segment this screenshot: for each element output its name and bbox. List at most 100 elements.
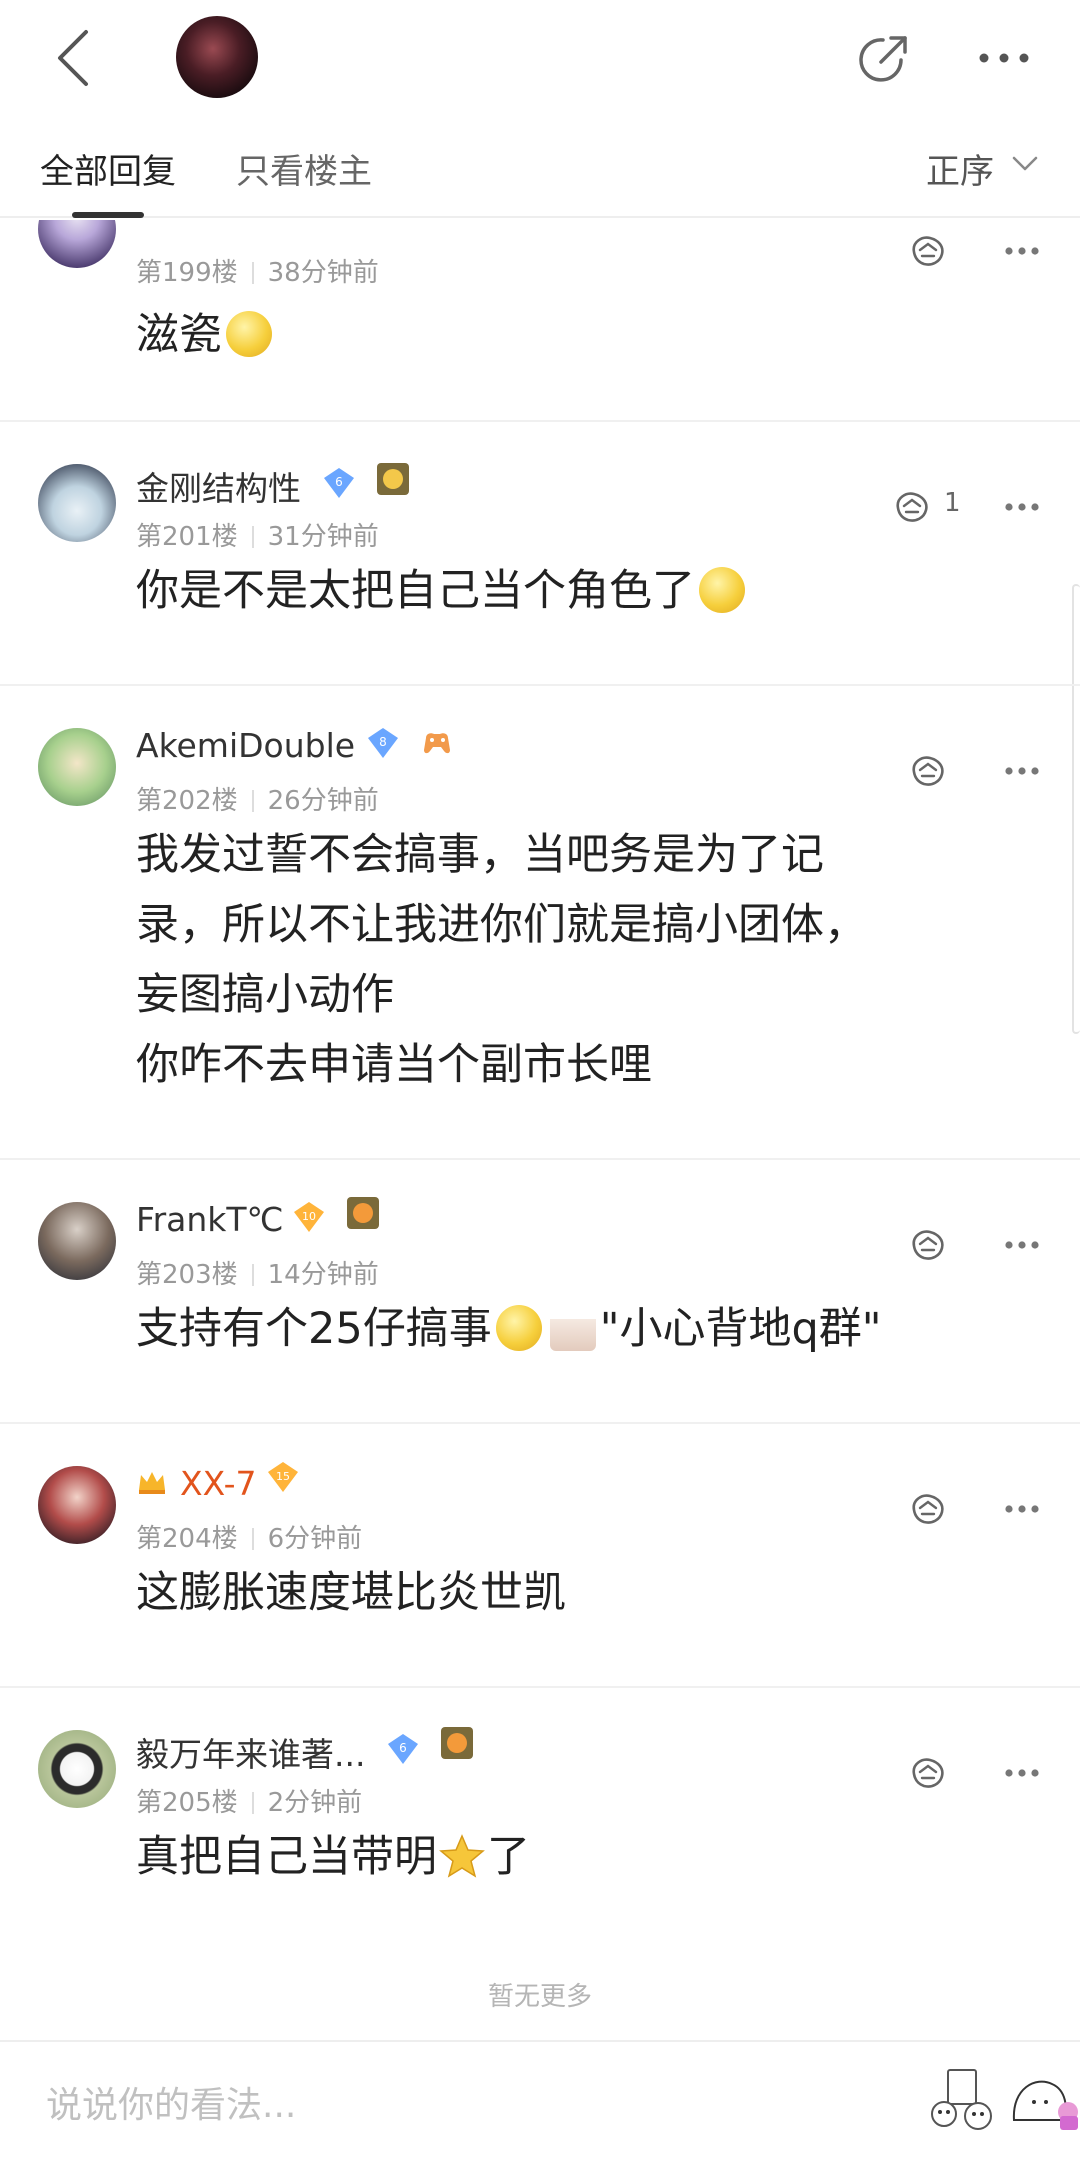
reply-more-icon[interactable] (1004, 1768, 1040, 1778)
reply-item: 金刚结构性 6 第201楼 31分钟前 1 你是不是太把自己当个角色了 (0, 422, 1080, 686)
divider (251, 262, 254, 284)
reply-meta: 第202楼 26分钟前 (136, 780, 379, 817)
smile-emoji-icon (226, 311, 272, 357)
like-icon[interactable] (906, 228, 950, 272)
level-badge-icon: 6 (388, 1734, 418, 1764)
reply-input-bar: 说说你的看法... (0, 2040, 1080, 2158)
username[interactable]: 毅万年来谁著... (136, 1728, 365, 1776)
reply-item: FrankT℃ 10 第203楼 14分钟前 支持有个25仔搞事 "小心背地q群" (0, 1160, 1080, 1424)
emoji-sticker-icon[interactable] (1008, 2068, 1080, 2138)
coffee-cup-icon (549, 1305, 596, 1351)
like-icon[interactable] (906, 1486, 950, 1530)
reply-text-part-2: 了 (487, 1832, 530, 1882)
post-time: 14分钟前 (267, 1260, 379, 1290)
post-time: 31分钟前 (267, 522, 379, 552)
username[interactable]: XX-7 (180, 1464, 256, 1503)
user-avatar[interactable] (38, 728, 116, 806)
floor-number: 第203楼 (136, 1260, 238, 1290)
reply-more-icon[interactable] (1004, 1240, 1040, 1250)
floor-number: 第199楼 (136, 258, 238, 288)
like-count: 1 (944, 488, 961, 518)
divider (251, 1528, 254, 1550)
reply-meta: 第201楼 31分钟前 (136, 516, 379, 553)
reply-content: 支持有个25仔搞事 "小心背地q群" (136, 1294, 1036, 1364)
member-medal-icon (441, 1727, 473, 1759)
level-badge-icon: 6 (324, 468, 354, 498)
reply-more-icon[interactable] (1004, 502, 1040, 512)
reply-content: 你是不是太把自己当个角色了 (136, 556, 956, 626)
tab-owner-only[interactable]: 只看楼主 (236, 144, 372, 193)
divider (251, 1264, 254, 1286)
reply-item: 第199楼 38分钟前 滋瓷 (0, 220, 1080, 422)
back-chevron-icon[interactable] (48, 26, 108, 90)
like-icon[interactable] (906, 1750, 950, 1794)
reply-filter-tabs: 全部回复 只看楼主 正序 (0, 120, 1080, 218)
reply-text-part-1: 支持有个25仔搞事 (136, 1304, 492, 1354)
username[interactable]: 金刚结构性 (136, 462, 301, 510)
chevron-down-icon[interactable] (1012, 156, 1038, 172)
username[interactable]: FrankT℃ (136, 1200, 284, 1239)
crown-icon (139, 1472, 165, 1494)
floor-number: 第204楼 (136, 1524, 238, 1554)
reply-meta: 第204楼 6分钟前 (136, 1518, 362, 1555)
no-more-replies: 暂无更多 (487, 1982, 592, 2012)
user-avatar[interactable] (38, 464, 116, 542)
reply-text: 你是不是太把自己当个角色了 (136, 566, 695, 616)
thread-author-avatar[interactable] (176, 16, 258, 98)
floor-number: 第202楼 (136, 786, 238, 816)
divider (251, 790, 254, 812)
reply-item: XX-7 15 第204楼 6分钟前 这膨胀速度堪比炎世凯 (0, 1424, 1080, 1688)
level-badge-icon: 15 (268, 1462, 298, 1492)
reply-text: 我发过誓不会搞事，当吧务是为了记 录，所以不让我进你们就是搞小团体， 妄图搞小动… (136, 830, 867, 1090)
more-options-icon[interactable] (978, 50, 1030, 66)
post-time: 38分钟前 (267, 258, 379, 288)
top-bar (0, 0, 1080, 120)
like-icon[interactable] (906, 1222, 950, 1266)
reply-meta: 第199楼 38分钟前 (136, 252, 379, 289)
floor-number: 第201楼 (136, 522, 238, 552)
like-icon[interactable] (890, 484, 934, 528)
reply-feed: 第199楼 38分钟前 滋瓷 金刚结构性 6 第201楼 31分钟前 1 你是不… (0, 220, 1080, 1950)
level-number: 15 (276, 1470, 290, 1483)
divider (251, 1792, 254, 1814)
level-number: 6 (335, 475, 343, 489)
sticker-icon[interactable] (930, 2062, 996, 2142)
level-badge-icon: 8 (368, 728, 398, 758)
reply-more-icon[interactable] (1004, 1504, 1040, 1514)
user-avatar[interactable] (38, 1730, 116, 1808)
member-medal-icon (347, 1197, 379, 1229)
reply-more-icon[interactable] (1004, 766, 1040, 776)
reply-text: 滋瓷 (136, 310, 222, 360)
reply-text-part-2: "小心背地q群" (599, 1304, 882, 1354)
username[interactable]: AkemiDouble (136, 726, 355, 765)
user-avatar[interactable] (38, 1466, 116, 1544)
star-emoji-icon (439, 1834, 485, 1878)
tab-all-replies[interactable]: 全部回复 (40, 144, 176, 193)
share-icon[interactable] (855, 30, 913, 88)
smile-emoji-icon (495, 1305, 542, 1351)
post-time: 2分钟前 (267, 1788, 363, 1818)
level-number: 8 (379, 735, 387, 749)
active-tab-indicator (72, 212, 144, 218)
reply-content: 真把自己当带明了 (136, 1822, 956, 1892)
level-badge-icon: 10 (294, 1202, 324, 1232)
like-icon[interactable] (906, 748, 950, 792)
user-avatar[interactable] (38, 1202, 116, 1280)
thinking-emoji-icon (699, 567, 745, 613)
reply-meta: 第203楼 14分钟前 (136, 1254, 379, 1291)
reply-text-part-1: 真把自己当带明 (136, 1832, 437, 1882)
reply-text: 这膨胀速度堪比炎世凯 (136, 1568, 566, 1618)
reply-content: 滋瓷 (136, 300, 956, 370)
member-medal-icon (377, 463, 409, 495)
reply-more-icon[interactable] (1004, 246, 1040, 256)
divider (251, 526, 254, 548)
floor-number: 第205楼 (136, 1788, 238, 1818)
reply-item: 毅万年来谁著... 6 第205楼 2分钟前 真把自己当带明了 (0, 1688, 1080, 1950)
post-time: 26分钟前 (267, 786, 379, 816)
level-number: 10 (302, 1210, 316, 1223)
game-controller-icon (424, 733, 450, 754)
reply-input[interactable]: 说说你的看法... (46, 2076, 296, 2128)
sort-order-toggle[interactable]: 正序 (926, 144, 994, 193)
reply-meta: 第205楼 2分钟前 (136, 1782, 362, 1819)
user-avatar[interactable] (38, 220, 116, 268)
